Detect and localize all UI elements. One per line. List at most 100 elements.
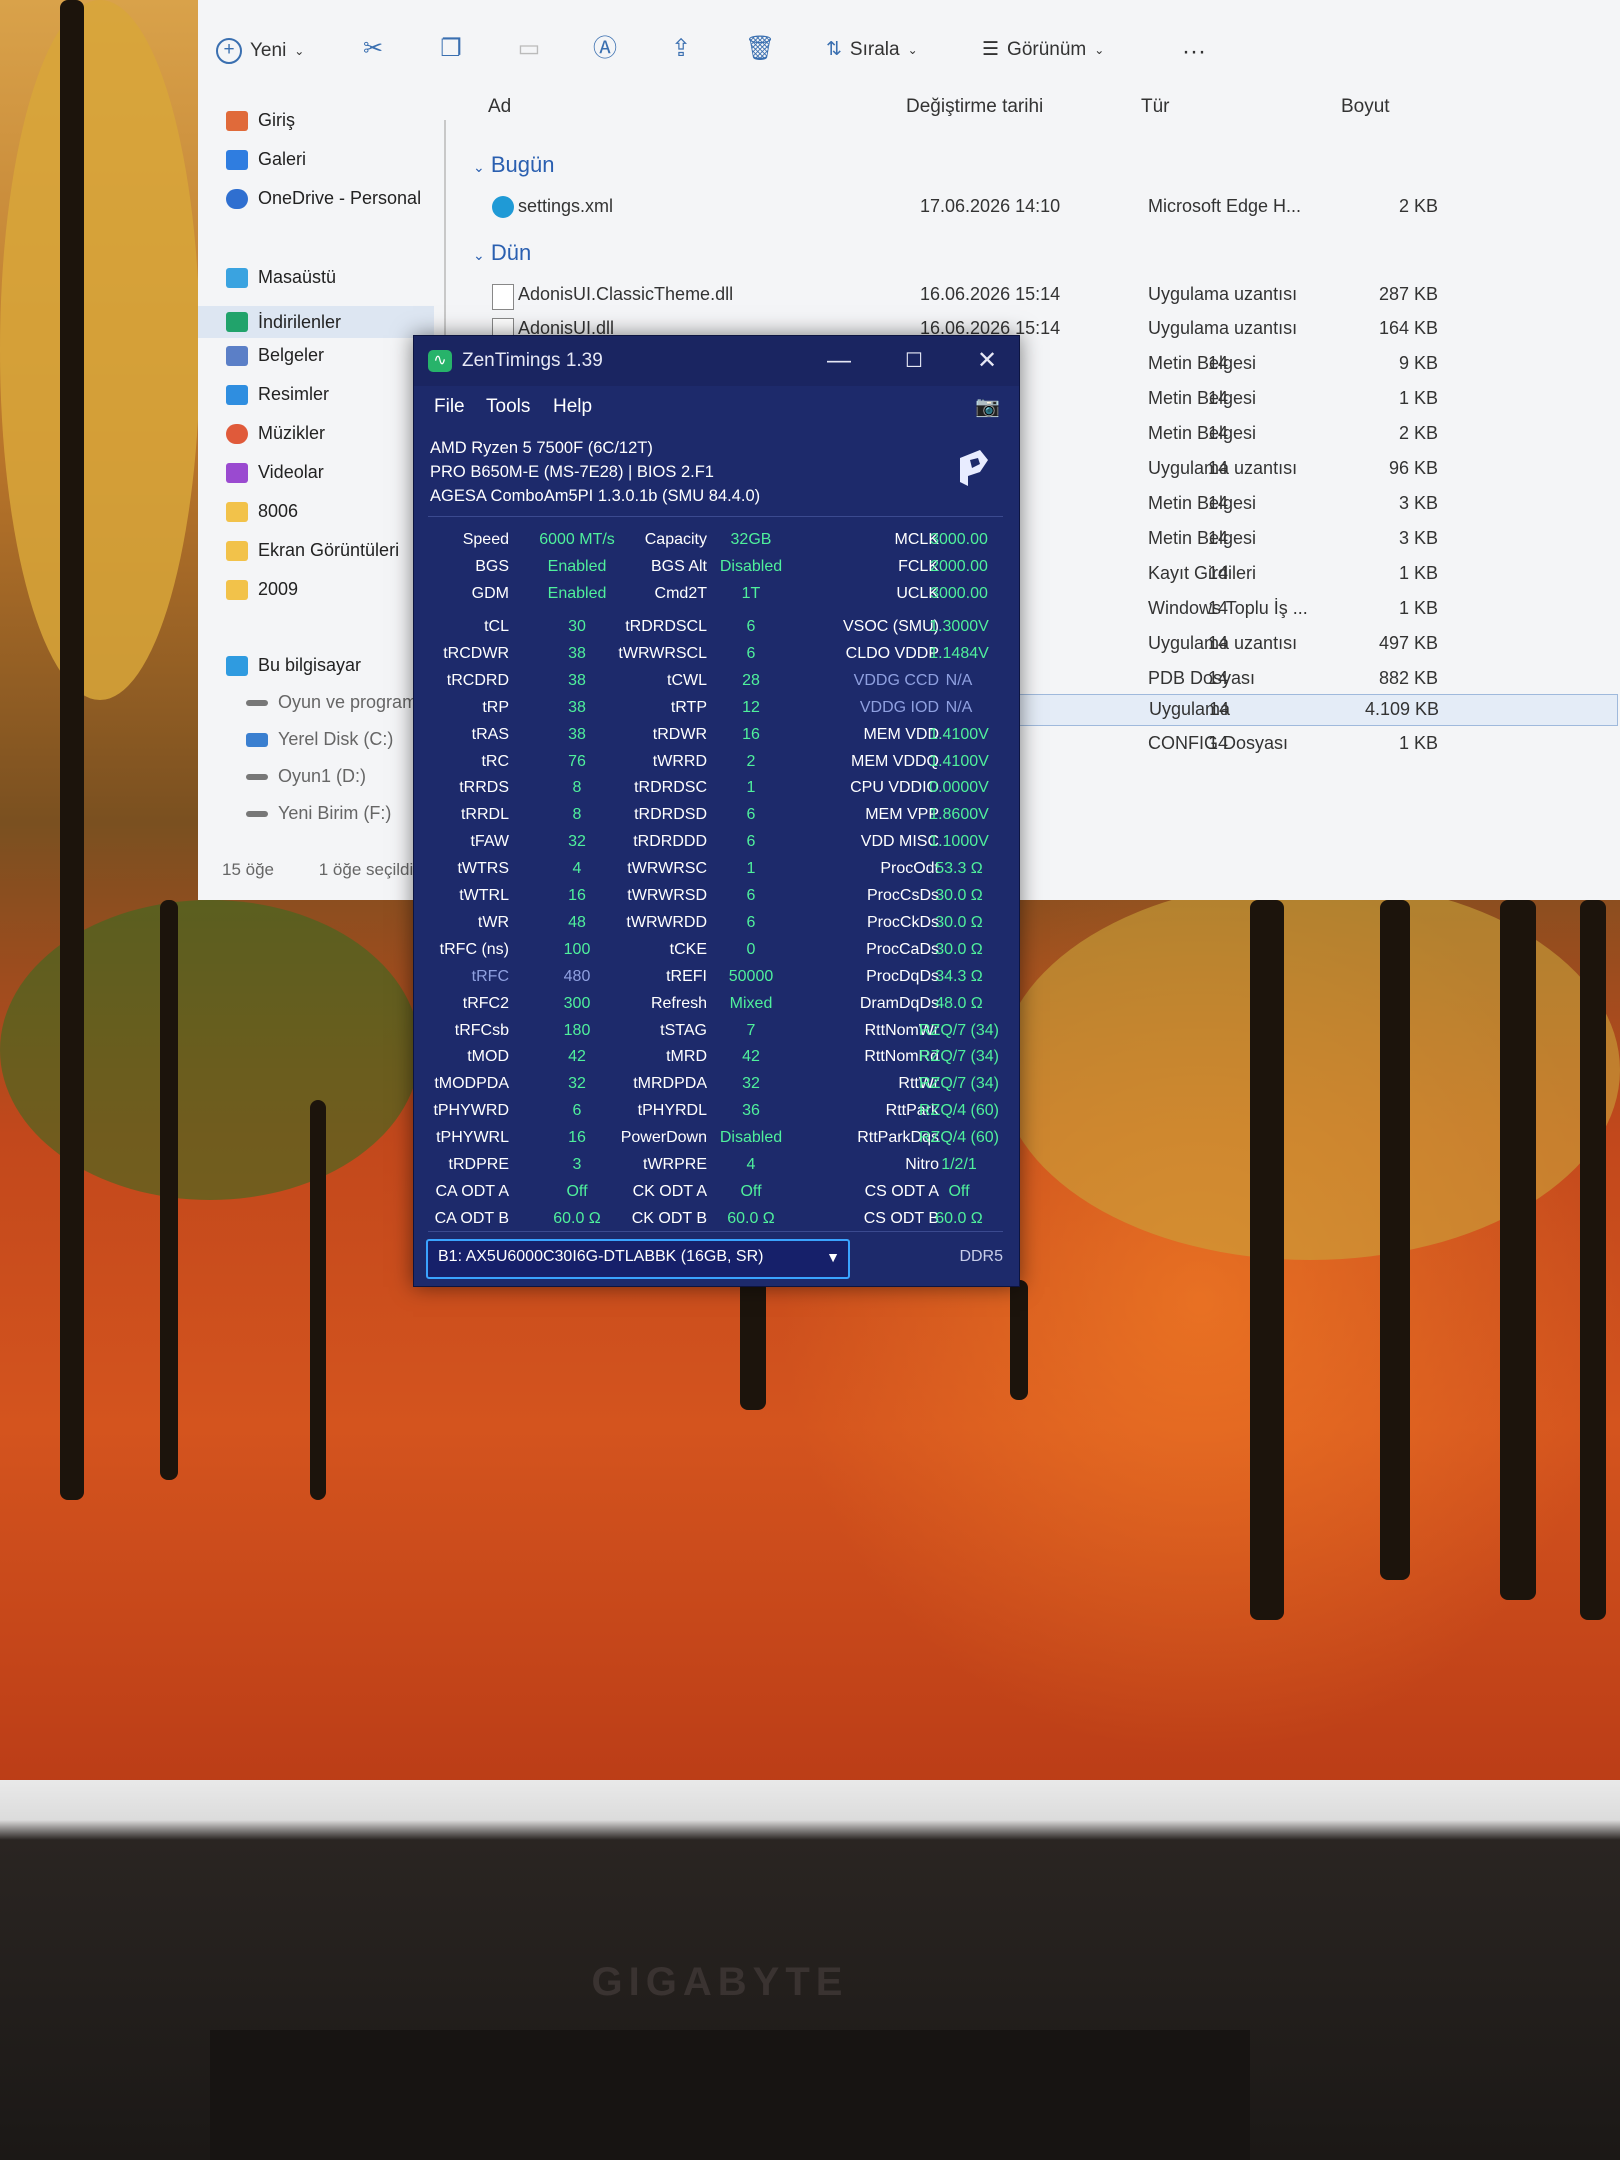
new-button[interactable]: + Yeni ⌄ <box>216 38 304 64</box>
video-icon <box>226 462 248 483</box>
timing-value: 6 <box>746 913 756 931</box>
rename-icon[interactable]: Ⓐ <box>592 36 618 62</box>
camera-icon[interactable]: 📷 <box>975 394 1001 418</box>
nav-item-drive-d[interactable]: Oyun1 (D:) <box>246 766 366 787</box>
nav-item-gallery[interactable]: Galeri <box>226 149 306 170</box>
windows-drive-icon <box>246 732 268 747</box>
chevron-down-icon: ⌄ <box>294 44 305 58</box>
nav-item-downloads[interactable]: İndirilenler <box>198 306 434 338</box>
nav-item-folder-2009[interactable]: 2009 <box>226 579 298 600</box>
computer-icon <box>226 655 248 676</box>
timing-label: tRDPRE <box>448 1156 509 1173</box>
timing-label: tRDRDDD <box>633 833 707 851</box>
chevron-down-icon: ▼ <box>826 1249 840 1265</box>
timing-value: 1.3000V <box>929 618 989 635</box>
delete-icon[interactable]: 🗑 <box>745 36 775 62</box>
share-icon[interactable]: ⇪ <box>668 36 694 62</box>
nav-item-label: Yeni Birim (F:) <box>278 803 392 823</box>
file-type: Uygulama <box>1149 699 1231 719</box>
timing-value: 2 <box>746 752 756 770</box>
download-icon <box>226 312 248 332</box>
desktop-icon <box>226 267 248 288</box>
file-name: settings.xml <box>518 196 614 216</box>
menu-help[interactable]: Help <box>553 396 592 418</box>
timing-value: 16 <box>742 725 760 743</box>
nav-item-label: 2009 <box>258 579 299 599</box>
timing-label: tRP <box>482 698 509 716</box>
timing-value: 4 <box>746 1156 756 1173</box>
nav-item-desktop[interactable]: Masaüstü <box>226 267 336 288</box>
file-name: AdonisUI.ClassicTheme.dll <box>518 284 734 304</box>
zentimings-window: ∿ ZenTimings 1.39 — ☐ ✕ File Tools Help … <box>413 335 1020 1287</box>
timing-value: 30.0 Ω <box>935 940 983 958</box>
timing-label: tPHYRDL <box>637 1102 707 1120</box>
menu-tools[interactable]: Tools <box>486 396 530 418</box>
file-date: 17.06.2026 14:10 <box>920 196 1061 216</box>
menu-file[interactable]: File <box>434 396 465 418</box>
nav-item-this-pc[interactable]: Bu bilgisayar <box>226 655 361 676</box>
file-date: 16.06.2026 15:14 <box>920 284 1061 304</box>
timing-value: Off <box>948 1182 970 1200</box>
file-size: 2 KB <box>1398 423 1438 443</box>
title-bar[interactable]: ∿ ZenTimings 1.39 — ☐ ✕ <box>414 336 1019 386</box>
timing-label: tRRDL <box>460 806 509 824</box>
memory-module-select[interactable]: B1: AX5U6000C30I6G-DTLABBK (16GB, SR) ▼ <box>426 1239 850 1279</box>
timing-label: tRDWR <box>652 725 707 743</box>
timing-label: PowerDown <box>620 1129 707 1147</box>
item-count: 15 öğe <box>222 860 274 879</box>
column-header-name[interactable]: Ad <box>488 96 511 118</box>
paste-icon[interactable]: ▭ <box>516 36 542 62</box>
group-header-yesterday[interactable]: ⌄ Dün <box>473 240 531 266</box>
nav-item-videos[interactable]: Videolar <box>226 462 324 483</box>
sort-icon: ⇅ <box>826 39 842 60</box>
view-button[interactable]: ☰ Görünüm ⌄ <box>982 38 1104 61</box>
nav-item-drive-c[interactable]: Yerel Disk (C:) <box>246 729 393 750</box>
nav-item-home[interactable]: Giriş <box>226 110 295 131</box>
file-type: PDB Dosyası <box>1148 668 1256 688</box>
memory-type: DDR5 <box>959 1248 1003 1265</box>
timing-value: 1T <box>741 585 761 602</box>
file-row[interactable]: settings.xml 17.06.2026 14:10 Microsoft … <box>488 192 1618 224</box>
picture-icon <box>226 384 248 405</box>
close-button[interactable]: ✕ <box>967 346 1007 376</box>
column-header-size[interactable]: Boyut <box>1341 96 1390 118</box>
timing-label: tWRWRSCL <box>618 644 707 662</box>
timing-label: tFAW <box>470 833 509 851</box>
timing-value: 1 <box>746 779 756 797</box>
nav-item-screenshots[interactable]: Ekran Görüntüleri <box>226 540 399 561</box>
timing-label: BGS <box>475 558 509 575</box>
timing-label: tRRDS <box>459 779 509 797</box>
timing-value: N/A <box>945 671 973 689</box>
more-options-button[interactable]: ··· <box>1182 38 1206 66</box>
nav-item-music[interactable]: Müzikler <box>226 423 325 444</box>
cloud-icon <box>226 188 248 209</box>
column-header-type[interactable]: Tür <box>1141 96 1170 118</box>
timing-value: 6 <box>746 644 756 662</box>
timing-value: RZQ/4 (60) <box>918 1129 999 1147</box>
cut-icon[interactable]: ✂ <box>360 36 386 62</box>
file-size: 1 KB <box>1398 563 1438 583</box>
nav-item-drive-f[interactable]: Yeni Birim (F:) <box>246 803 391 824</box>
timing-label: Capacity <box>644 531 707 548</box>
timing-value: 28 <box>742 671 760 689</box>
file-row[interactable]: AdonisUI.ClassicTheme.dll 16.06.2026 15:… <box>488 280 1618 312</box>
timing-label: tRDRDSCL <box>625 618 707 635</box>
sort-button[interactable]: ⇅ Sırala ⌄ <box>826 38 918 61</box>
timing-value: 1.1484V <box>929 644 989 662</box>
column-header-date[interactable]: Değiştirme tarihi <box>906 96 1043 118</box>
group-header-today[interactable]: ⌄ Bugün <box>473 152 554 178</box>
timing-label: tWRRD <box>652 752 707 770</box>
nav-item-onedrive[interactable]: OneDrive - Personal <box>226 188 421 209</box>
window-title: ZenTimings 1.39 <box>462 350 603 371</box>
nav-item-drive-games[interactable]: Oyun ve program <box>246 692 417 713</box>
copy-icon[interactable]: ❐ <box>438 36 464 62</box>
maximize-button[interactable]: ☐ <box>894 346 934 376</box>
nav-item-pictures[interactable]: Resimler <box>226 384 329 405</box>
nav-item-folder-8006[interactable]: 8006 <box>226 501 298 522</box>
minimize-button[interactable]: — <box>819 346 859 376</box>
drive-icon <box>246 699 268 706</box>
tree-trunk <box>1580 900 1606 1620</box>
selected-count: 1 öğe seçildi <box>318 860 414 879</box>
timing-label: BGS Alt <box>650 558 707 575</box>
nav-item-documents[interactable]: Belgeler <box>226 345 324 366</box>
